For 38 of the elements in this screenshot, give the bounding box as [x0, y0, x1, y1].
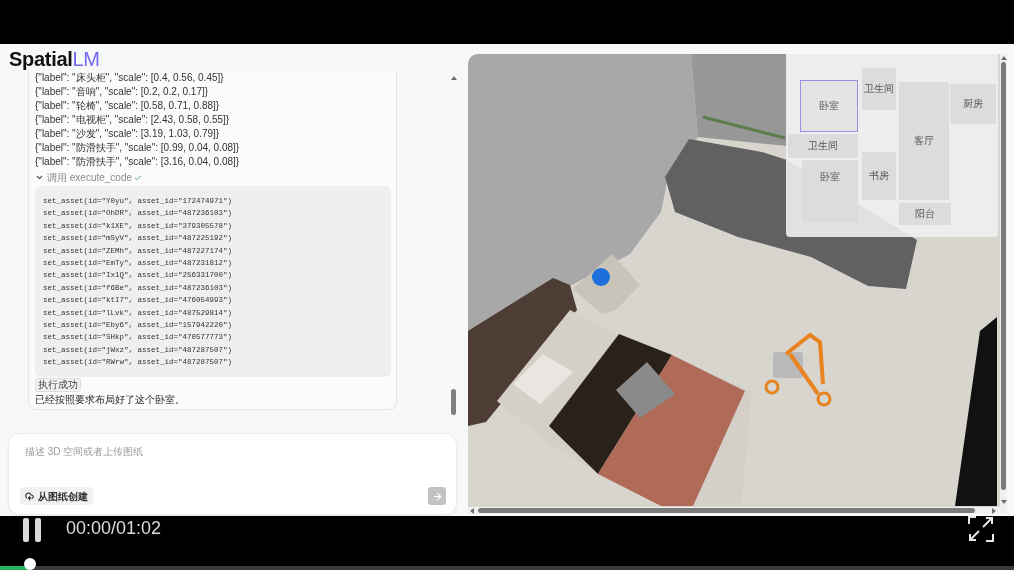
- cloud-upload-icon: [25, 491, 34, 501]
- fullscreen-icon: [968, 516, 994, 542]
- scrollbar-thumb[interactable]: [451, 389, 456, 415]
- ball: [592, 268, 610, 286]
- progress-track[interactable]: [0, 558, 1014, 570]
- floor-plan-room[interactable]: 阳台: [899, 203, 951, 225]
- message-line: {"label": "沙发", "scale": [3.19, 1.03, 0.79]}: [35, 127, 221, 141]
- scrollbar-thumb[interactable]: [1001, 62, 1006, 490]
- scroll-down-arrow-icon[interactable]: [1000, 500, 1007, 504]
- reply-text: 已经按照要求布局好了这个卧室。: [35, 393, 186, 407]
- message-line: {"label": "床头柜", "scale": [0.4, 0.56, 0.45]}: [35, 71, 225, 85]
- floor-plan-room[interactable]: 卫生间: [862, 68, 896, 110]
- floor-plan-room[interactable]: 卫生间: [788, 134, 858, 158]
- scroll-up-arrow-icon[interactable]: [450, 76, 457, 80]
- message-line: {"label": "电视柜", "scale": [2.43, 0.58, 0.55]}: [35, 113, 231, 127]
- floor-plan-room[interactable]: 书房: [862, 152, 896, 200]
- arrow-right-icon: [431, 490, 443, 502]
- fullscreen-button[interactable]: [968, 516, 994, 542]
- message-line: {"label": "防滑扶手", "scale": [3.16, 0.04, 0.08]}: [35, 155, 241, 169]
- playback-time: 00:00/01:02: [66, 518, 162, 538]
- status-badge: 执行成功: [35, 378, 81, 392]
- scroll-left-arrow-icon[interactable]: [470, 507, 474, 514]
- message-line: {"label": "防滑扶手", "scale": [0.99, 0.04, 0.08]}: [35, 141, 241, 155]
- upload-blueprint-button[interactable]: 从图纸创建: [20, 487, 93, 505]
- scroll-up-arrow-icon[interactable]: [1000, 56, 1007, 60]
- logo: SpatialLM: [9, 49, 101, 69]
- message-line: {"label": "轮椅", "scale": [0.58, 0.71, 0.88]}: [35, 99, 221, 113]
- 3d-viewport[interactable]: 卫生间 卧室 厨房 卫生间 客厅 卧室 书房 阳台: [468, 54, 1000, 507]
- scrollbar-thumb[interactable]: [478, 508, 975, 513]
- floor-plan-room[interactable]: 卧室: [802, 160, 858, 222]
- tool-call-toggle[interactable]: 调用 execute_code: [35, 171, 133, 184]
- floor-plan-room[interactable]: 厨房: [950, 84, 996, 124]
- scroll-right-arrow-icon[interactable]: [992, 507, 996, 514]
- prompt-box[interactable]: 描述 3D 空间或者上传图纸 从图纸创建: [8, 433, 457, 515]
- floor-plan-room[interactable]: 卧室: [800, 80, 858, 132]
- message-line: {"label": "音响", "scale": [0.2, 0.2, 0.17]}: [35, 85, 210, 99]
- progress-thumb[interactable]: [24, 558, 37, 570]
- floor-plan-room[interactable]: 客厅: [899, 82, 949, 200]
